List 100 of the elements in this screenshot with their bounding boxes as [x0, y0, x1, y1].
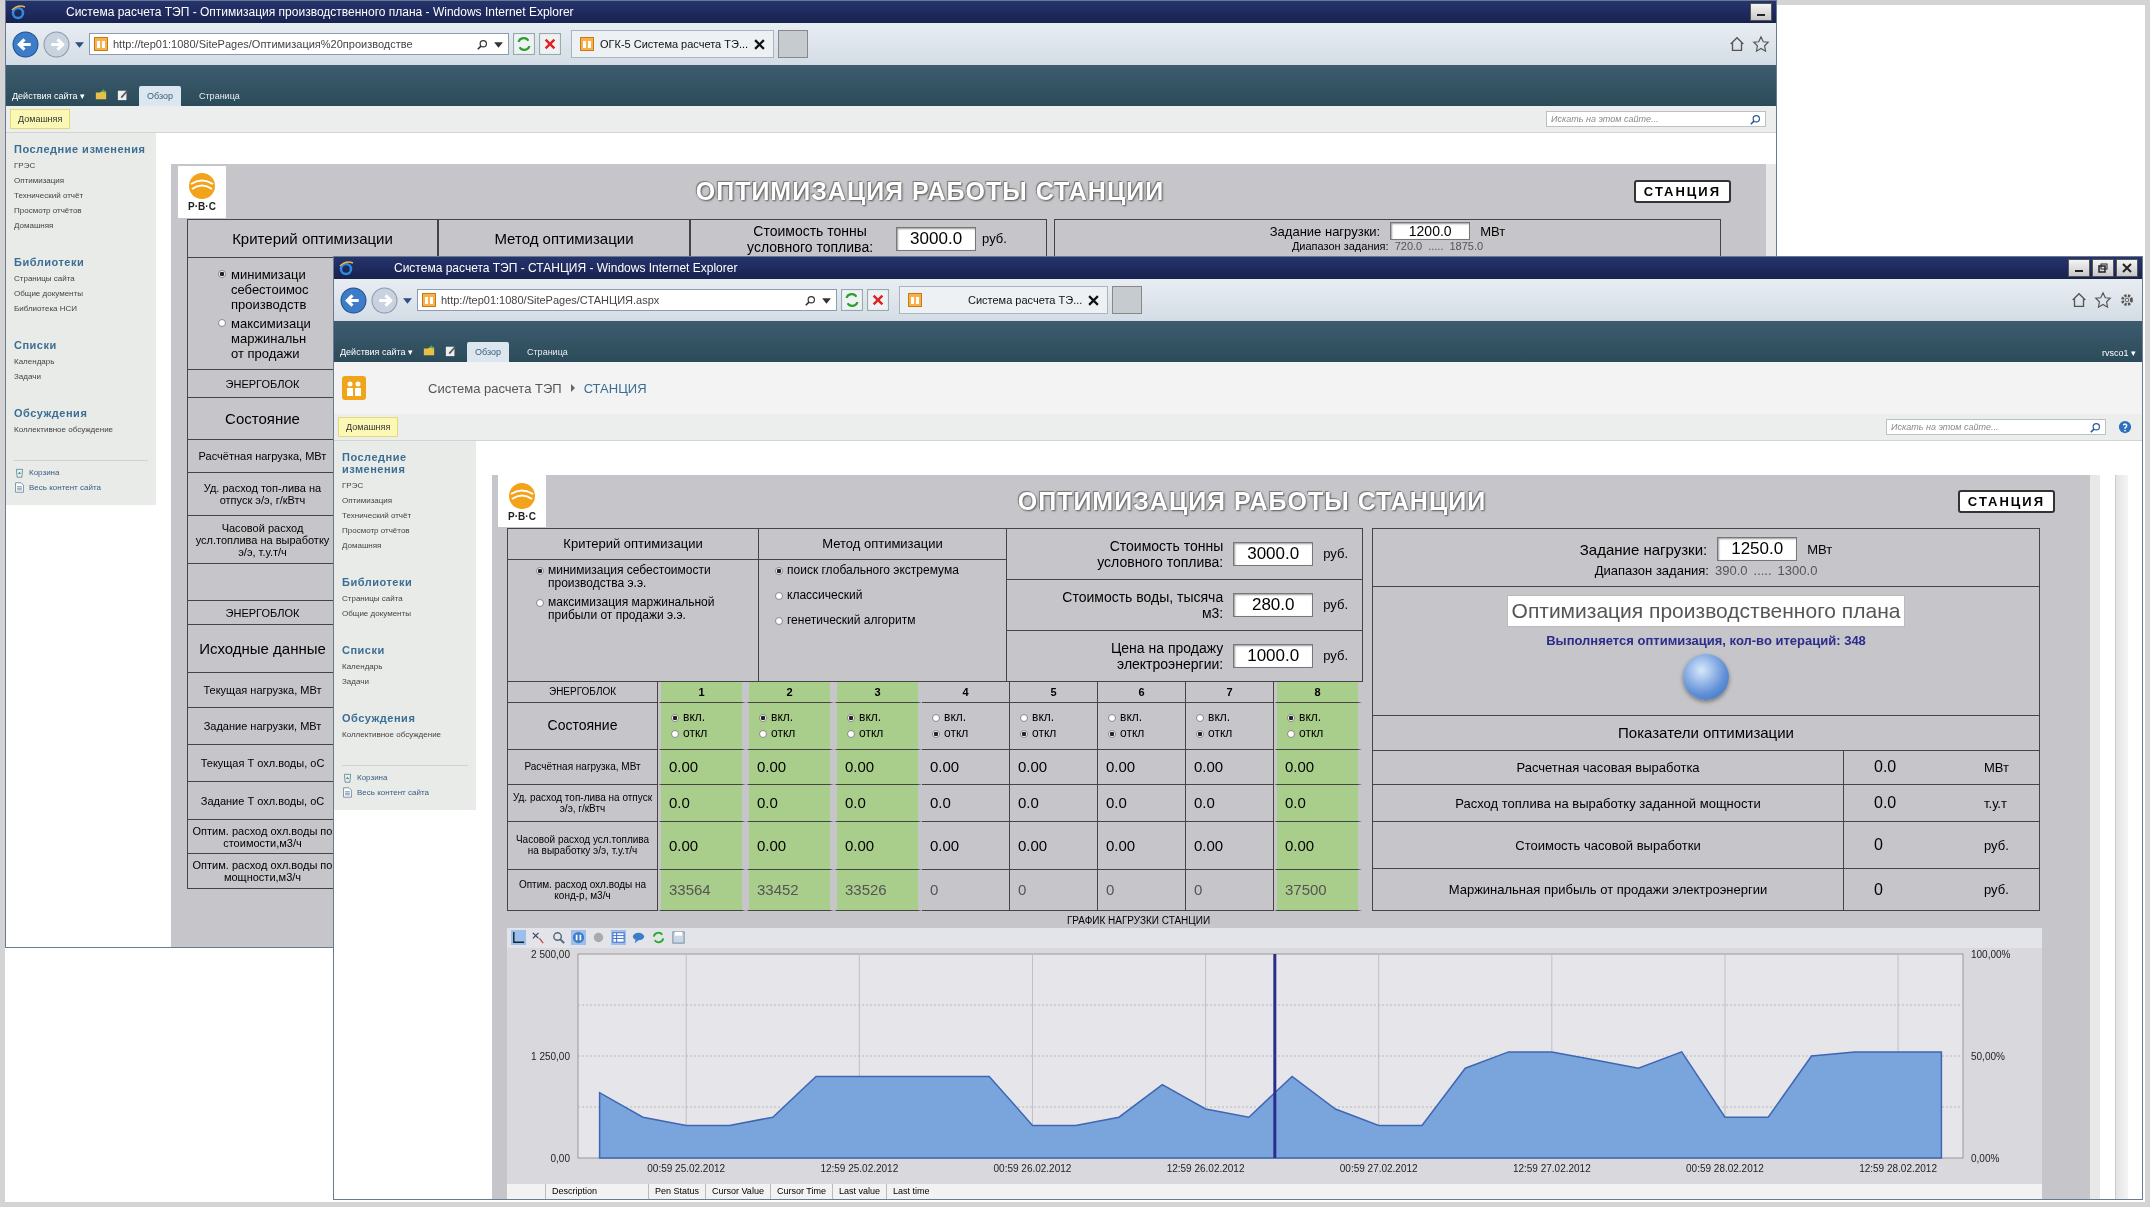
load-task-field[interactable]: 1200.0 — [1390, 222, 1471, 240]
sidebar-item[interactable]: Календарь — [342, 662, 468, 671]
sidebar-item[interactable]: Задачи — [14, 372, 148, 381]
price-field[interactable]: 280.0 — [1233, 592, 1314, 617]
sidebar-item[interactable]: Общие документы — [14, 289, 148, 298]
home-icon[interactable] — [1728, 35, 1746, 53]
minimize-button[interactable] — [1750, 3, 1772, 21]
radio-button[interactable] — [671, 730, 679, 739]
radio-button[interactable] — [1020, 714, 1028, 723]
sidebar-item[interactable]: Календарь — [14, 357, 148, 366]
sidebar-heading[interactable]: Списки — [14, 339, 148, 351]
folder-icon[interactable] — [423, 345, 435, 357]
radio-button[interactable] — [536, 566, 544, 575]
sidebar-heading[interactable]: Библиотеки — [342, 576, 468, 588]
sidebar-link[interactable]: Весь контент сайта — [29, 483, 101, 492]
sidebar-heading[interactable]: Библиотеки — [14, 256, 148, 268]
search-icon[interactable] — [2090, 421, 2101, 433]
radio-button[interactable] — [536, 598, 544, 607]
load-task-field[interactable]: 1250.0 — [1717, 537, 1798, 562]
sidebar-item[interactable]: Домашняя — [342, 541, 468, 550]
station-button[interactable]: СТАНЦИЯ — [1957, 489, 2055, 513]
edit-icon[interactable] — [445, 345, 457, 357]
search-field[interactable]: Искать на этом сайте... — [1546, 111, 1766, 127]
sidebar-heading[interactable]: Обсуждения — [342, 712, 468, 724]
pointer-icon[interactable] — [511, 930, 526, 946]
sidebar-item[interactable]: Оптимизация — [14, 176, 148, 185]
axis-zoom-icon[interactable] — [531, 930, 546, 946]
refresh-icon[interactable] — [513, 33, 535, 55]
cursor-line[interactable] — [1273, 953, 1277, 1158]
home-tab[interactable]: Домашняя — [338, 417, 399, 437]
edit-icon[interactable] — [117, 89, 129, 101]
radio-button[interactable] — [847, 730, 855, 739]
help-icon[interactable] — [2118, 420, 2132, 434]
radio-button[interactable] — [1108, 730, 1116, 739]
search-field[interactable]: Искать на этом сайте... — [1886, 419, 2106, 435]
settings-icon[interactable] — [2118, 291, 2136, 309]
sidebar-item[interactable]: Технический отчёт — [14, 191, 148, 200]
close-button[interactable] — [2116, 259, 2138, 277]
sidebar-item[interactable]: Страницы сайта — [14, 274, 148, 283]
back-icon[interactable] — [12, 30, 39, 58]
address-field[interactable]: http://tep01:1080/SitePages/СТАНЦИЯ.aspx — [417, 289, 837, 311]
ribbon-tab[interactable]: Обзор — [139, 86, 181, 106]
radio-button[interactable] — [1108, 714, 1116, 723]
stop-icon[interactable] — [539, 33, 561, 55]
fuel-cost-field[interactable]: 3000.0 — [896, 226, 977, 251]
radio-button[interactable] — [775, 566, 783, 575]
scrollbar[interactable] — [2115, 475, 2128, 1199]
search-icon[interactable] — [805, 294, 816, 306]
star-icon[interactable] — [1752, 35, 1770, 53]
radio-button[interactable] — [932, 714, 940, 723]
comment-icon[interactable] — [631, 930, 646, 946]
sidebar-item[interactable]: Оптимизация — [342, 496, 468, 505]
address-field[interactable]: http://tep01:1080/SitePages/Оптимизация%20производстве — [89, 33, 509, 55]
site-actions-menu[interactable]: Действия сайта ▾ — [340, 347, 413, 362]
sidebar-link[interactable]: Весь контент сайта — [357, 788, 429, 797]
sidebar-item[interactable]: Задачи — [342, 677, 468, 686]
ribbon-tab[interactable]: Страница — [191, 86, 248, 106]
folder-icon[interactable] — [95, 89, 107, 101]
home-icon[interactable] — [2070, 291, 2088, 309]
sidebar-heading[interactable]: Последние изменения — [342, 451, 468, 475]
station-button[interactable]: СТАНЦИЯ — [1633, 180, 1731, 203]
radio-button[interactable] — [775, 591, 783, 600]
radio-button[interactable] — [847, 714, 855, 723]
close-icon[interactable] — [754, 38, 766, 50]
sidebar-item[interactable]: Страницы сайта — [342, 594, 468, 603]
sidebar-item[interactable]: Технический отчёт — [342, 511, 468, 520]
home-tab[interactable]: Домашняя — [10, 109, 71, 129]
sidebar-heading[interactable]: Обсуждения — [14, 407, 148, 419]
site-actions-menu[interactable]: Действия сайта ▾ — [12, 91, 85, 106]
refresh-icon[interactable] — [841, 289, 863, 311]
radio-button[interactable] — [1196, 730, 1204, 739]
restore-button[interactable] — [2092, 259, 2114, 277]
radio-button[interactable] — [759, 714, 767, 723]
back-icon[interactable] — [340, 286, 367, 314]
stop-icon[interactable] — [867, 289, 889, 311]
radio-button[interactable] — [1020, 730, 1028, 739]
close-icon[interactable] — [1088, 294, 1100, 306]
ribbon-tab[interactable]: Обзор — [467, 342, 509, 362]
radio-button[interactable] — [218, 269, 226, 278]
price-field[interactable]: 1000.0 — [1233, 643, 1314, 668]
table-icon[interactable] — [611, 930, 626, 946]
optimize-button[interactable]: Оптимизация производственного плана — [1506, 595, 1906, 628]
price-field[interactable]: 3000.0 — [1233, 541, 1314, 566]
pause-icon[interactable] — [571, 930, 586, 946]
ribbon-tab[interactable]: Страница — [519, 342, 576, 362]
new-tab-button[interactable] — [1112, 286, 1143, 314]
browser-tab[interactable]: ОГК-5 Система расчета ТЭ... — [571, 30, 775, 58]
star-icon[interactable] — [2094, 291, 2112, 309]
sidebar-link[interactable]: Корзина — [29, 468, 60, 477]
radio-button[interactable] — [1287, 730, 1295, 739]
radio-button[interactable] — [1196, 714, 1204, 723]
new-tab-button[interactable] — [778, 30, 809, 58]
sidebar-item[interactable]: Коллективное обсуждение — [342, 730, 468, 739]
search-icon[interactable] — [1750, 113, 1761, 125]
sidebar-item[interactable]: Домашняя — [14, 221, 148, 230]
user-menu[interactable]: rvsco1 ▾ — [2102, 342, 2136, 358]
browser-tab[interactable]: Система расчета ТЭ... — [899, 286, 1109, 314]
sidebar-heading[interactable]: Списки — [342, 644, 468, 656]
sidebar-item[interactable]: ГРЭС — [342, 481, 468, 490]
search-icon[interactable] — [477, 38, 488, 50]
